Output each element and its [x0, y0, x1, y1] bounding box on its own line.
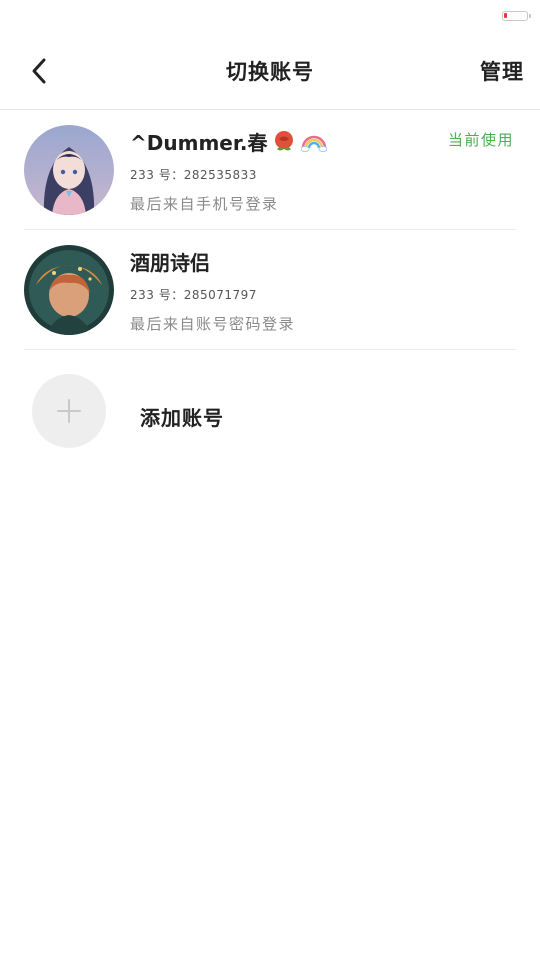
avatar — [24, 125, 114, 215]
account-id: 233 号：285071797 — [130, 288, 257, 302]
rainbow-emoji — [301, 135, 328, 152]
avatar — [24, 245, 114, 335]
battery-low-icon — [502, 11, 531, 21]
account-item[interactable]: 酒朋诗侣 233 号：285071797 最后来自账号密码登录 — [0, 230, 540, 350]
current-account-badge: 当前使用 — [447, 131, 514, 149]
page-title: 切换账号 — [226, 60, 314, 84]
account-item[interactable]: ^Dummer.春 233 号：282535833 最后来自手机号登录 当前使用 — [0, 110, 540, 230]
manage-button[interactable]: 管理 — [480, 56, 524, 86]
account-id: 233 号：282535833 — [130, 168, 257, 182]
last-login-method: 最后来自账号密码登录 — [130, 315, 296, 333]
account-name: 酒朋诗侣 — [130, 251, 210, 275]
rose-emoji — [275, 130, 294, 150]
add-account-button[interactable]: 添加账号 — [0, 350, 540, 474]
header: 切换账号 管理 — [0, 34, 540, 110]
add-account-circle[interactable] — [32, 374, 106, 448]
status-bar — [0, 0, 540, 34]
last-login-method: 最后来自手机号登录 — [130, 195, 279, 213]
account-list: ^Dummer.春 233 号：282535833 最后来自手机号登录 当前使用 — [0, 110, 540, 474]
add-account-label: 添加账号 — [140, 406, 224, 430]
account-name: ^Dummer.春 — [130, 127, 328, 156]
plus-icon — [57, 399, 81, 423]
